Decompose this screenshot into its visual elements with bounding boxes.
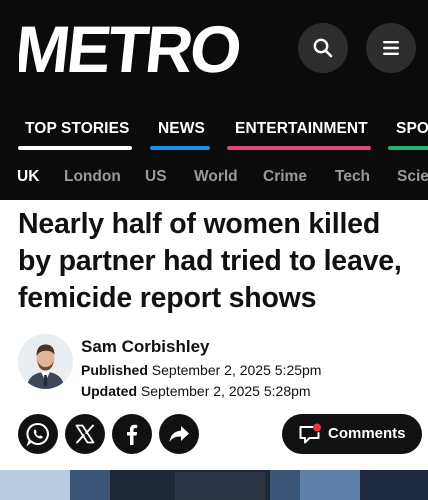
subnav-science[interactable]: Scie	[397, 168, 428, 186]
search-icon	[313, 38, 333, 58]
author-avatar[interactable]	[18, 334, 73, 389]
nav-sport[interactable]: SPO	[388, 112, 428, 152]
updated-date: Updated September 2, 2025 5:28pm	[81, 383, 311, 399]
share-x-button[interactable]	[65, 414, 105, 454]
published-date: Published September 2, 2025 5:25pm	[81, 362, 321, 378]
nav-news-underline	[150, 146, 210, 150]
logo-text: METRO	[19, 14, 239, 84]
nav-top-stories-label: TOP STORIES	[25, 120, 130, 137]
published-label: Published	[81, 362, 148, 378]
share-whatsapp-button[interactable]	[18, 414, 58, 454]
search-button[interactable]	[298, 23, 348, 73]
share-arrow-icon	[169, 426, 189, 442]
nav-top-stories[interactable]: TOP STORIES	[18, 112, 132, 152]
author-name[interactable]: Sam Corbishley	[81, 337, 210, 357]
share-facebook-button[interactable]	[112, 414, 152, 454]
nav-top-stories-underline	[18, 146, 132, 150]
whatsapp-icon	[26, 423, 49, 447]
site-header: METRO TOP STORIES NEWS ENTERTAINMENT SPO	[0, 0, 428, 200]
subnav-tech[interactable]: Tech	[335, 168, 370, 186]
x-icon	[75, 424, 95, 444]
hero-image-content	[0, 470, 428, 500]
subnav-crime[interactable]: Crime	[263, 168, 307, 186]
author-block: Sam Corbishley Published September 2, 20…	[18, 334, 418, 399]
nav-entertainment-label: ENTERTAINMENT	[235, 120, 368, 137]
nav-news-label: NEWS	[158, 120, 205, 137]
menu-button[interactable]	[366, 23, 416, 73]
comments-button[interactable]: Comments	[282, 414, 422, 454]
article-headline: Nearly half of women killed by partner h…	[18, 208, 402, 314]
subnav-world[interactable]: World	[194, 168, 238, 186]
updated-label: Updated	[81, 383, 137, 399]
nav-news[interactable]: NEWS	[150, 112, 210, 152]
share-more-button[interactable]	[159, 414, 199, 454]
metro-logo[interactable]: METRO	[19, 14, 239, 84]
nav-entertainment-underline	[227, 146, 371, 150]
sub-navigation: UK London US World Crime Tech Scie	[0, 160, 428, 198]
published-value: September 2, 2025 5:25pm	[151, 362, 322, 378]
nav-sport-label: SPO	[396, 120, 428, 137]
facebook-icon	[127, 424, 138, 445]
comments-label: Comments	[328, 425, 406, 442]
subnav-uk[interactable]: UK	[17, 168, 39, 186]
updated-value: September 2, 2025 5:28pm	[140, 383, 311, 399]
hero-image	[0, 470, 428, 500]
author-portrait	[18, 334, 73, 389]
hamburger-menu-icon	[383, 41, 399, 55]
main-navigation: TOP STORIES NEWS ENTERTAINMENT SPO	[0, 112, 428, 156]
comment-bubble-icon	[299, 423, 321, 444]
nav-sport-underline	[388, 146, 428, 150]
subnav-london[interactable]: London	[64, 168, 121, 186]
subnav-us[interactable]: US	[145, 168, 167, 186]
nav-entertainment[interactable]: ENTERTAINMENT	[227, 112, 371, 152]
